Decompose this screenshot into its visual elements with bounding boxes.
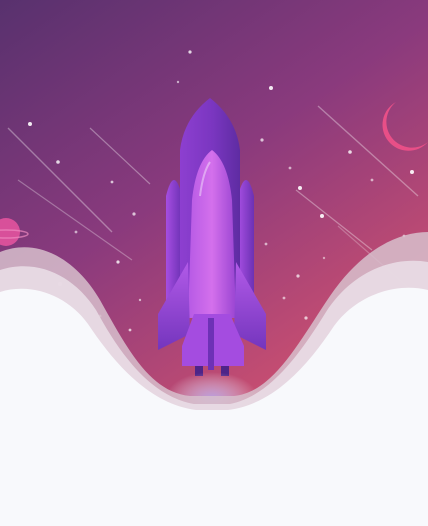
rocket-launch-illustration bbox=[0, 0, 428, 526]
illustration-canvas bbox=[0, 0, 428, 526]
